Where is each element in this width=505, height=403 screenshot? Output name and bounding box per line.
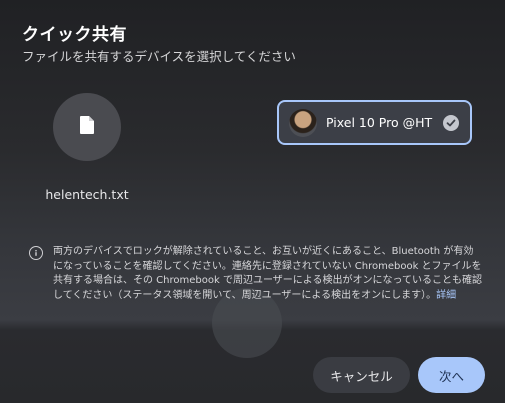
device-option-pixel[interactable]: Pixel 10 Pro @HT: [277, 100, 472, 145]
check-icon: [443, 115, 459, 131]
dialog-title: クイック共有: [22, 25, 127, 45]
device-name: Pixel 10 Pro @HT: [326, 115, 433, 130]
cancel-button[interactable]: キャンセル: [313, 357, 410, 393]
file-icon: [80, 116, 94, 138]
dialog-subtitle: ファイルを共有するデバイスを選択してください: [22, 49, 296, 64]
info-message-text: 両方のデバイスでロックが解除されていること、お互いが近くにあること、Blueto…: [53, 246, 482, 301]
file-preview: [53, 93, 121, 161]
info-message: 両方のデバイスでロックが解除されていること、お互いが近くにあること、Blueto…: [53, 245, 483, 303]
avatar: [289, 108, 317, 137]
file-name: helentech.txt: [45, 187, 129, 202]
info-icon: [29, 246, 43, 260]
next-button[interactable]: 次へ: [418, 357, 485, 393]
learn-more-link[interactable]: 詳細: [436, 290, 456, 301]
